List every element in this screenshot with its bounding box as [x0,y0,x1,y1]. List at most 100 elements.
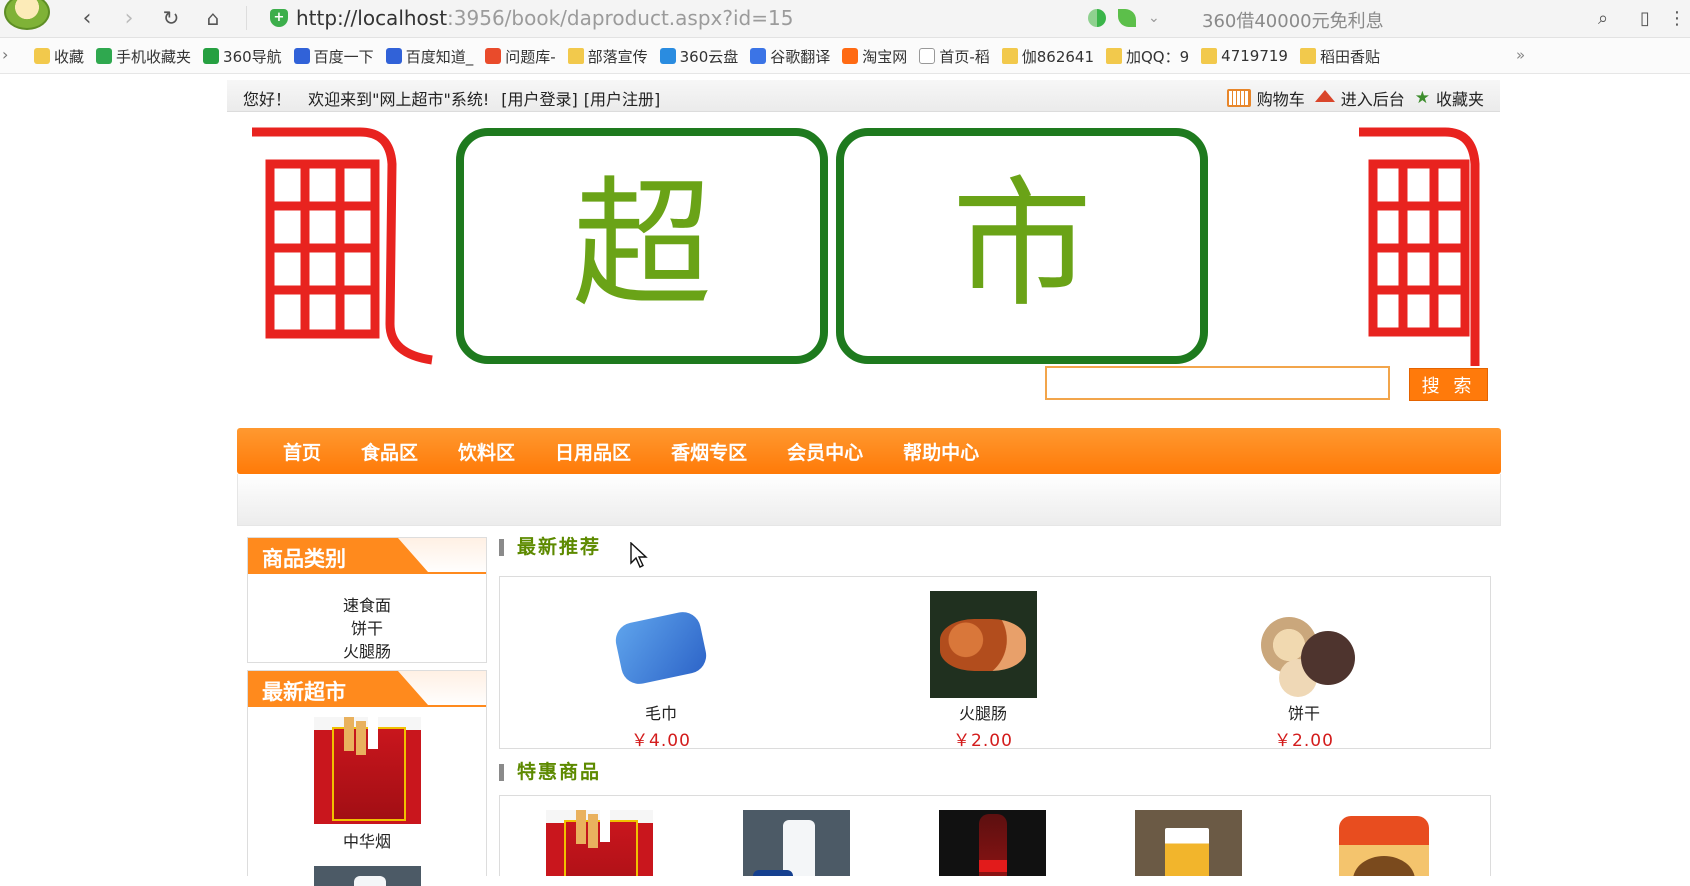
category-item[interactable]: 速食面 [248,594,486,617]
nav-item[interactable]: 香烟专区 [671,438,747,465]
product-card[interactable]: 火腿肠 ￥2.00 [913,591,1053,751]
ham-image[interactable] [929,591,1037,698]
phone-icon [96,48,113,64]
recommend-panel: 毛巾 ￥4.00 火腿肠 ￥2.00 饼干 ￥2.00 [499,576,1491,751]
admin-label: 进入后台 [1340,90,1405,109]
banner-box-2: 市 [836,128,1208,364]
forward-icon[interactable]: › [116,5,142,31]
nav-item[interactable]: 会员中心 [787,438,863,465]
shopping-cart-right-icon [1359,127,1480,366]
bookmark-item[interactable]: 淘宝网 [842,46,907,67]
browser-toolbar: ‹ › ↻ ⌂ + http://localhost:3956/book/dap… [0,0,1690,38]
bookmark-label: 首页-稻 [939,47,990,66]
special-noodle-image[interactable] [1331,810,1438,876]
product-name[interactable]: 饼干 [1234,700,1374,724]
nav-item[interactable]: 日用品区 [555,438,631,465]
bookmark-item[interactable]: 加QQ：9 [1106,46,1189,67]
bookmark-item[interactable]: 百度知道_ [385,46,473,67]
menu-icon[interactable]: ⋮ [1664,5,1690,31]
special-nivea-image[interactable] [743,810,850,876]
category-title: 商品类别 [262,547,346,571]
reload-icon[interactable]: ↻ [158,5,184,31]
category-item[interactable]: 火腿肠 [248,640,486,663]
category-item[interactable]: 饼干 [248,617,486,640]
product-card[interactable]: 饼干 ￥2.00 [1234,591,1374,751]
nav-item[interactable]: 饮料区 [458,438,515,465]
home-icon[interactable]: ⌂ [200,5,226,31]
bookmark-label: 360导航 [223,47,282,66]
paw-icon [385,48,402,64]
bookmark-item[interactable]: 伽862641 [1001,46,1094,67]
recommend-title: 最新推荐 [499,538,601,557]
newest-item-name[interactable]: 中华烟 [248,828,486,852]
bookmark-item[interactable]: 百度一下 [293,46,374,67]
cart-link[interactable]: 购物车 [1226,86,1305,110]
greeting-text: 您好！ [243,90,292,109]
search-button[interactable]: 搜 索 [1409,368,1488,401]
specials-panel [499,795,1491,876]
more-bookmarks-icon[interactable]: » [1516,46,1525,64]
newest-panel: 最新超市 中华烟 [247,670,487,886]
bookmark-item[interactable]: 首页-稻 [919,46,990,67]
address-bar[interactable]: + http://localhost:3956/book/daproduct.a… [262,3,1572,33]
folder-icon [1201,48,1218,64]
s-icon [485,48,502,64]
admin-link[interactable]: 进入后台 [1314,86,1405,110]
sub-nav [237,474,1501,526]
product-card[interactable]: 毛巾 ￥4.00 [591,591,731,751]
special-cigarette-image[interactable] [546,810,653,876]
register-link[interactable]: [用户注册] [584,90,661,109]
back-icon[interactable]: ‹ [74,5,100,31]
favorites-link[interactable]: ★ 收藏夹 [1415,86,1484,110]
search-input[interactable] [1045,366,1390,400]
url-text[interactable]: http://localhost:3956/book/daproduct.asp… [296,6,793,30]
cloud-icon [659,48,676,64]
zhonghua-cigarette-image[interactable] [313,717,421,824]
cart-icon [1226,89,1251,107]
url-path: :3956/book/daproduct.aspx?id=15 [447,6,794,30]
main-nav: 首页 食品区 饮料区 日用品区 香烟专区 会员中心 帮助中心 [237,428,1501,474]
shopping-cart-left-icon [252,127,433,365]
ad-text[interactable]: 360借40000元免利息 [1202,7,1384,33]
category-panel: 商品类别 速食面 饼干 火腿肠 [247,537,487,663]
secure-shield-icon: + [270,9,288,27]
bookmark-item[interactable]: 4719719 [1201,47,1288,65]
bookmark-item[interactable]: 360导航 [203,46,282,67]
product-price: ￥2.00 [1274,731,1334,751]
bookmark-label: 百度一下 [313,47,374,66]
search-icon[interactable]: ⌕ [1590,5,1616,31]
paw-icon [293,48,310,64]
bookmark-item[interactable]: 360云盘 [659,46,739,67]
special-cola-image[interactable] [939,810,1046,876]
product-name[interactable]: 火腿肠 [913,700,1053,724]
nav-item[interactable]: 帮助中心 [903,438,979,465]
biscuit-image[interactable] [1250,591,1358,698]
bookmark-item[interactable]: 部落宣传 [567,46,648,67]
specials-title: 特惠商品 [499,763,601,782]
product-name[interactable]: 毛巾 [591,700,731,724]
login-link[interactable]: [用户登录] [501,90,578,109]
bookmark-item[interactable]: 手机收藏夹 [96,46,191,67]
chevron-down-icon[interactable]: ⌄ [1148,10,1160,26]
bookmark-item[interactable]: 问题库- [485,46,556,67]
bookmark-item[interactable]: 收藏 [34,46,84,67]
bookmark-item[interactable]: 谷歌翻译 [750,46,830,67]
bookmark-label: 收藏 [54,47,85,66]
towel-image[interactable] [607,591,715,698]
nav-item[interactable]: 首页 [283,438,321,465]
star-icon: ★ [1414,88,1430,108]
bookmark-label: 谷歌翻译 [770,47,831,66]
user-avatar-icon[interactable] [4,0,50,30]
bookmark-label: 淘宝网 [862,47,908,66]
chevron-right-icon[interactable]: › [2,45,8,64]
next-product-image[interactable] [313,866,421,886]
special-beer-image[interactable] [1135,810,1242,876]
leaf-icon[interactable] [1118,9,1136,27]
bookmark-label: 4719719 [1221,47,1288,65]
bookmark-item[interactable]: 稻田香贴 [1299,46,1380,67]
bookmark-label: 360云盘 [679,47,739,66]
nav-item[interactable]: 食品区 [361,438,418,465]
tablet-icon[interactable]: ▯ [1632,5,1658,31]
translate-icon [750,48,767,64]
refresh-plugin-icon[interactable] [1088,9,1106,27]
